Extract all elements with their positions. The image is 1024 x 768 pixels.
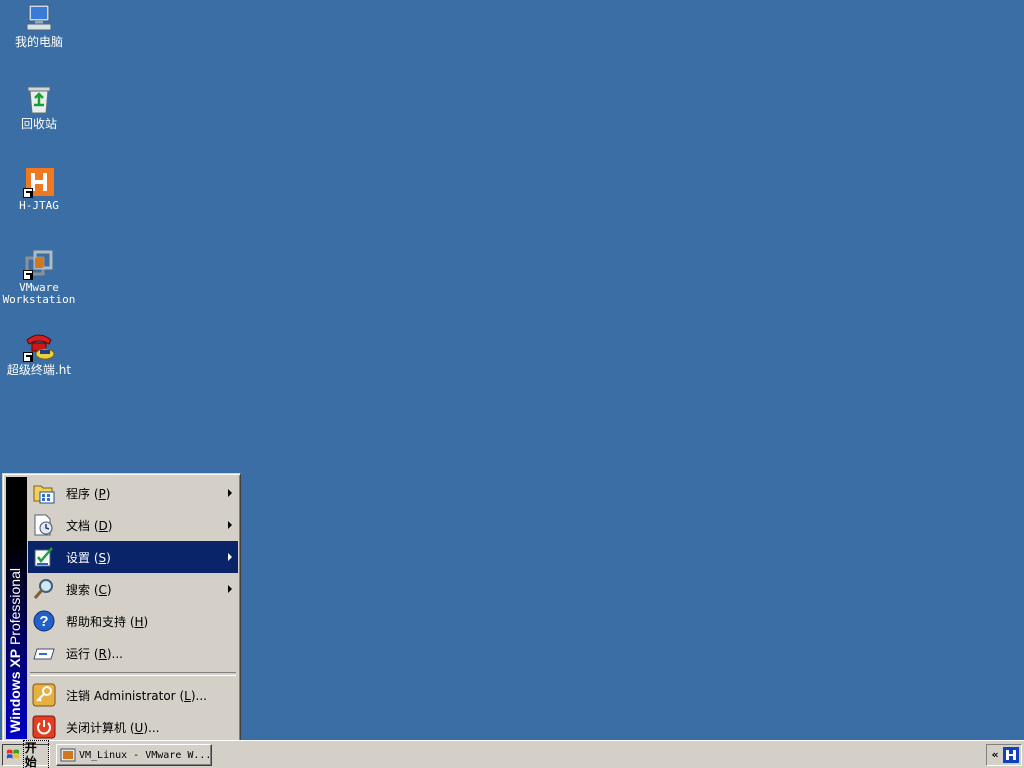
desktop-icon-label: 超级终端.ht bbox=[6, 363, 72, 377]
menu-item-run[interactable]: 运行 (R)... bbox=[28, 637, 238, 669]
desktop-icon-h-jtag[interactable]: H-JTAG bbox=[1, 166, 77, 212]
windows-flag-icon bbox=[6, 749, 19, 759]
menu-item-documents[interactable]: 文档 (D) bbox=[28, 509, 238, 541]
submenu-arrow-icon bbox=[228, 585, 232, 593]
access-key: H bbox=[134, 614, 144, 629]
submenu-arrow-icon bbox=[228, 521, 232, 529]
shortcut-arrow-icon bbox=[23, 352, 33, 362]
desktop-icon-my-computer[interactable]: 我的电脑 bbox=[1, 2, 77, 49]
banner-edition: Professional bbox=[7, 568, 23, 646]
start-menu: Windows XP Professional 程序 (P) 文档 (D) 设置… bbox=[2, 473, 241, 743]
help-icon: ? bbox=[32, 609, 56, 633]
hyperterminal-icon bbox=[23, 330, 55, 362]
vmware-icon bbox=[23, 248, 55, 280]
taskbar: 开始 VM_Linux - VMware W... « bbox=[0, 740, 1024, 768]
menu-item-help[interactable]: ? 帮助和支持 (H) bbox=[28, 605, 238, 637]
menu-item-label: 运行 bbox=[66, 646, 91, 661]
ellipsis: ... bbox=[195, 688, 207, 703]
system-tray: « bbox=[986, 744, 1022, 766]
submenu-arrow-icon bbox=[228, 553, 232, 561]
start-menu-banner: Windows XP Professional bbox=[6, 477, 27, 739]
documents-icon bbox=[32, 513, 56, 537]
shortcut-arrow-icon bbox=[23, 188, 33, 198]
access-key: U bbox=[134, 720, 144, 735]
shortcut-arrow-icon bbox=[23, 270, 33, 280]
access-key: R bbox=[98, 646, 107, 661]
desktop-icon-recycle-bin[interactable]: 回收站 bbox=[1, 84, 77, 131]
ellipsis: ... bbox=[111, 646, 123, 661]
run-icon bbox=[32, 641, 56, 665]
taskbar-button-vmware[interactable]: VM_Linux - VMware W... bbox=[56, 744, 212, 766]
access-key: S bbox=[98, 550, 107, 565]
submenu-arrow-icon bbox=[228, 489, 232, 497]
menu-item-label: 注销 Administrator bbox=[66, 688, 176, 703]
settings-icon bbox=[32, 545, 56, 569]
menu-item-shutdown[interactable]: 关闭计算机 (U)... bbox=[28, 711, 238, 743]
start-button-label: 开始 bbox=[22, 740, 49, 768]
menu-item-settings[interactable]: 设置 (S) bbox=[28, 541, 238, 573]
computer-icon bbox=[23, 2, 55, 34]
ellipsis: ... bbox=[148, 720, 160, 735]
menu-item-search[interactable]: 搜索 (C) bbox=[28, 573, 238, 605]
vmware-icon bbox=[60, 748, 76, 762]
recycle-bin-icon bbox=[23, 84, 55, 116]
menu-item-label: 文档 bbox=[66, 518, 91, 533]
menu-item-label: 程序 bbox=[66, 486, 91, 501]
menu-item-label: 关闭计算机 bbox=[66, 720, 127, 735]
taskbar-button-label: VM_Linux - VMware W... bbox=[79, 749, 212, 761]
access-key: P bbox=[98, 486, 106, 501]
access-key: C bbox=[98, 582, 107, 597]
desktop-icon-label: VMware Workstation bbox=[2, 281, 76, 306]
desktop-icon-label: 回收站 bbox=[20, 117, 57, 131]
programs-icon bbox=[32, 481, 56, 505]
menu-item-label: 帮助和支持 bbox=[66, 614, 127, 629]
banner-product-name: Windows XP bbox=[7, 649, 23, 733]
access-key: D bbox=[98, 518, 108, 533]
hjtag-icon bbox=[23, 166, 55, 198]
desktop-icon-vmware[interactable]: VMware Workstation bbox=[1, 248, 77, 306]
tray-expand-button[interactable]: « bbox=[989, 747, 1001, 763]
menu-item-logoff[interactable]: 注销 Administrator (L)... bbox=[28, 679, 238, 711]
desktop-icon-label: H-JTAG bbox=[19, 199, 59, 212]
svg-text:?: ? bbox=[39, 613, 48, 630]
desktop-icon-hyperterminal[interactable]: 超级终端.ht bbox=[1, 330, 77, 377]
shutdown-icon bbox=[32, 715, 56, 739]
menu-item-programs[interactable]: 程序 (P) bbox=[28, 477, 238, 509]
hjtag-tray-icon[interactable] bbox=[1003, 747, 1019, 763]
start-menu-items: 程序 (P) 文档 (D) 设置 (S) 搜索 (C) ? 帮助和支持 (H) … bbox=[28, 477, 238, 743]
menu-item-label: 搜索 bbox=[66, 582, 91, 597]
access-key: L bbox=[184, 688, 191, 703]
start-button[interactable]: 开始 bbox=[2, 740, 50, 768]
desktop-icon-label: 我的电脑 bbox=[14, 35, 63, 49]
menu-separator bbox=[30, 672, 236, 676]
menu-item-label: 设置 bbox=[66, 550, 91, 565]
search-icon bbox=[32, 577, 56, 601]
logoff-icon bbox=[32, 683, 56, 707]
